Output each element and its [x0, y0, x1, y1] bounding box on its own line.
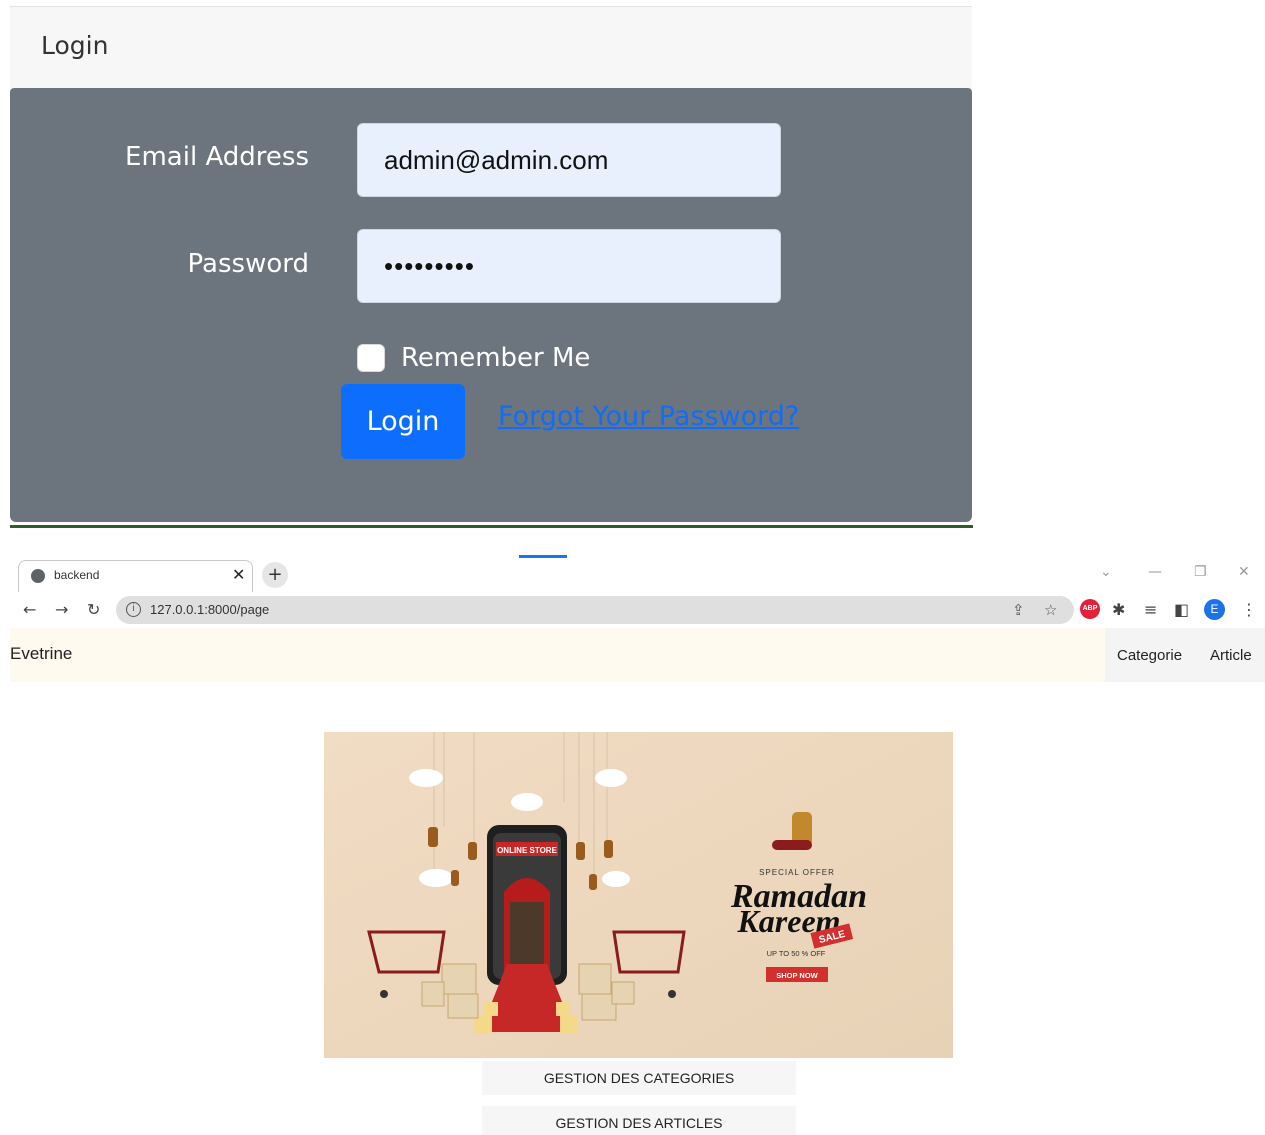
- gestion-articles-button[interactable]: GESTION DES ARTICLES: [482, 1106, 796, 1135]
- nav-links: Categorie Article: [1105, 628, 1265, 682]
- login-card-header: Login: [10, 6, 972, 88]
- forgot-password-link[interactable]: Forgot Your Password?: [498, 401, 799, 432]
- browser-tab[interactable]: backend ✕: [18, 560, 253, 592]
- remember-me-checkbox[interactable]: [357, 344, 385, 372]
- browser-window: backend ✕ + ⌄ — ❐ ✕ ← → ↻ i 127.0.0.1:80…: [10, 555, 1265, 1135]
- login-form: Email Address admin@admin.com Password •…: [10, 88, 972, 522]
- login-button[interactable]: Login: [341, 384, 465, 459]
- menu-kebab-icon[interactable]: ⋮: [1241, 600, 1257, 619]
- password-field[interactable]: •••••••••: [357, 229, 781, 303]
- close-icon[interactable]: ✕: [232, 565, 245, 584]
- extensions-icon[interactable]: ✱: [1112, 600, 1125, 619]
- reading-list-icon[interactable]: ≡: [1144, 600, 1157, 619]
- restore-icon[interactable]: ❐: [1194, 564, 1207, 580]
- side-panel-icon[interactable]: ◧: [1174, 600, 1189, 619]
- url-text[interactable]: 127.0.0.1:8000/page: [150, 602, 269, 617]
- site-brand[interactable]: Evetrine: [10, 644, 72, 664]
- new-tab-button[interactable]: +: [262, 562, 288, 588]
- remember-me: Remember Me: [357, 342, 590, 374]
- discount-text: UP TO 50 % OFF: [767, 949, 826, 958]
- ramadan-banner-image: ONLINE STORE SPECIAL OFFER Ramadan Karee…: [324, 732, 953, 1058]
- email-label: Email Address: [125, 142, 309, 172]
- minimize-icon[interactable]: —: [1148, 564, 1162, 580]
- login-card: Login Email Address admin@admin.com Pass…: [10, 6, 972, 526]
- nav-categorie[interactable]: Categorie: [1117, 647, 1182, 664]
- back-icon[interactable]: ←: [23, 600, 36, 619]
- login-card-title: Login: [41, 31, 109, 60]
- site-navbar: Evetrine Categorie Article: [10, 628, 1265, 682]
- forward-icon[interactable]: →: [55, 600, 68, 619]
- email-field[interactable]: admin@admin.com: [357, 123, 781, 197]
- adblock-icon[interactable]: ABP: [1080, 599, 1100, 619]
- close-window-icon[interactable]: ✕: [1238, 564, 1250, 580]
- password-label: Password: [187, 249, 309, 279]
- address-bar[interactable]: i 127.0.0.1:8000/page ⇪ ☆: [116, 596, 1074, 624]
- special-offer-text: SPECIAL OFFER: [759, 868, 835, 877]
- tab-strip: backend ✕ + ⌄ — ❐ ✕: [10, 558, 1265, 592]
- gestion-categories-button[interactable]: GESTION DES CATEGORIES: [482, 1061, 796, 1095]
- shop-now-button[interactable]: SHOP NOW: [776, 971, 818, 980]
- info-icon[interactable]: i: [126, 602, 141, 617]
- nav-article[interactable]: Article: [1210, 647, 1252, 664]
- remember-me-label[interactable]: Remember Me: [401, 343, 590, 373]
- profile-avatar[interactable]: E: [1204, 599, 1225, 620]
- browser-toolbar: ← → ↻ i 127.0.0.1:8000/page ⇪ ☆ ABP ✱ ≡ …: [10, 592, 1265, 628]
- divider: [10, 525, 973, 528]
- chevron-down-icon[interactable]: ⌄: [1100, 564, 1112, 580]
- star-icon[interactable]: ☆: [1044, 601, 1057, 619]
- store-sign: ONLINE STORE: [497, 846, 558, 855]
- reload-icon[interactable]: ↻: [87, 600, 100, 619]
- globe-icon: [31, 569, 45, 583]
- share-icon[interactable]: ⇪: [1012, 601, 1025, 619]
- tab-title: backend: [54, 568, 100, 582]
